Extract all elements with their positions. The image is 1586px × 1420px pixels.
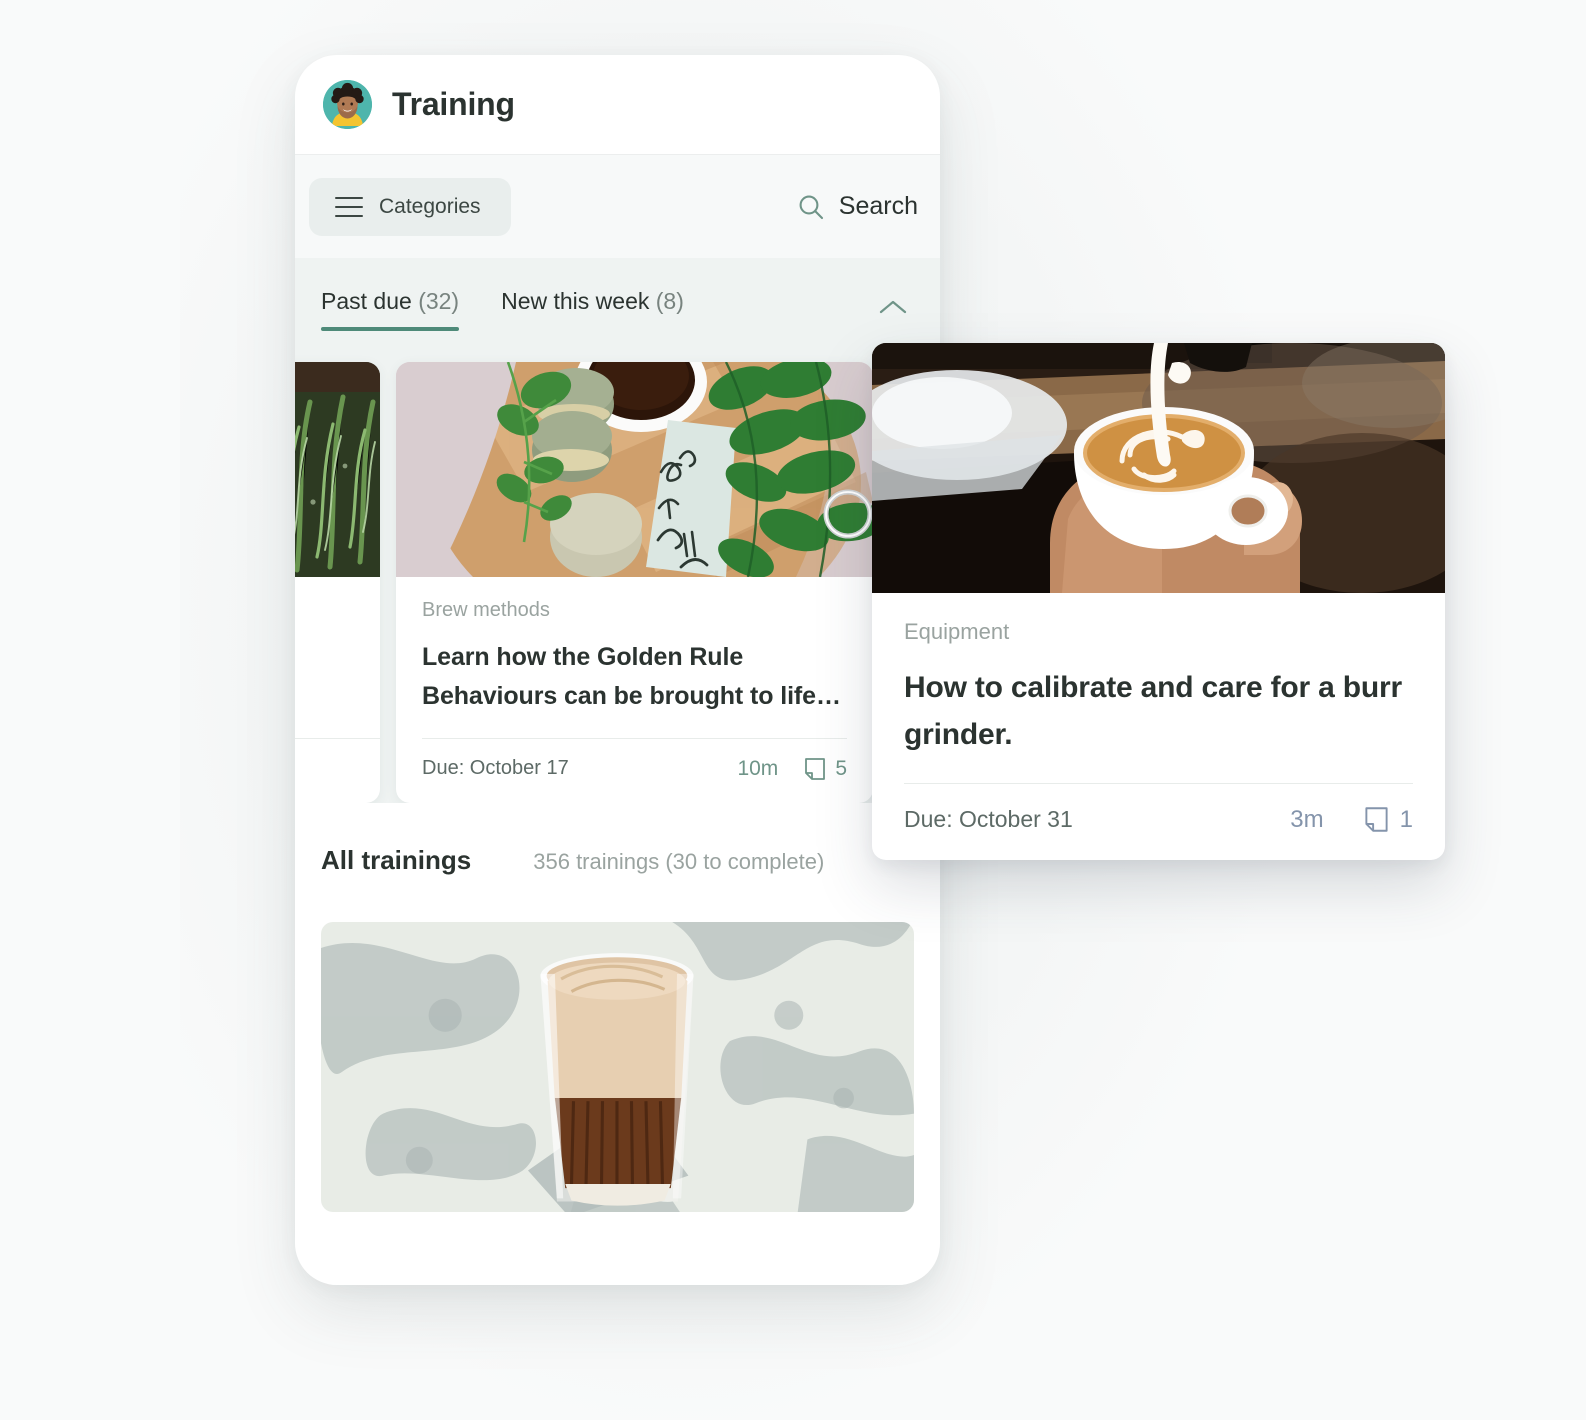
tab-new-this-week[interactable]: New this week (8) <box>501 288 684 331</box>
featured-card-duration: 3m <box>1290 805 1324 833</box>
user-avatar[interactable] <box>323 80 372 129</box>
training-card-image <box>396 362 873 577</box>
collapse-section-button[interactable] <box>870 286 916 328</box>
training-card[interactable]: Brew methods Learn how the Golden Rule B… <box>396 362 873 803</box>
training-carousel[interactable]: e... 2 <box>295 348 940 803</box>
featured-card-title: How to calibrate and care for a burr gri… <box>904 671 1402 751</box>
all-trainings-section: All trainings 356 trainings (30 to compl… <box>295 803 940 1285</box>
featured-training-card[interactable]: Equipment How to calibrate and care for … <box>872 343 1445 860</box>
page-title: Training <box>392 86 515 122</box>
training-card-meta-right: 10m 5 <box>737 757 847 781</box>
all-trainings-title: All trainings <box>321 845 472 875</box>
featured-card-meta-right: 3m 1 <box>1290 806 1413 834</box>
tab-past-due[interactable]: Past due (32) <box>321 288 460 331</box>
iced-latte-glass-photo <box>321 922 914 1212</box>
training-card-due-date: Due: October 17 <box>422 757 569 779</box>
training-card-notes: 5 <box>804 757 847 781</box>
tab-past-due-label: Past due <box>321 288 412 314</box>
training-card-title: Learn how the Golden Rule Behaviours can… <box>422 643 841 710</box>
avatar-image <box>323 80 372 129</box>
featured-card-meta: Due: October 31 3m 1 <box>904 782 1413 860</box>
chevron-up-icon <box>878 298 908 316</box>
tab-bar: Past due (32) New this week (8) <box>295 258 940 348</box>
training-card-meta: 2 <box>295 737 380 803</box>
note-icon <box>804 757 826 781</box>
training-card-content: Brew methods Learn how the Golden Rule B… <box>396 577 873 716</box>
search-button-label: Search <box>838 192 918 220</box>
featured-card-notes: 1 <box>1364 806 1413 834</box>
featured-card-content: Equipment How to calibrate and care for … <box>872 593 1445 759</box>
training-card-content: e... <box>295 577 380 716</box>
macarons-coffee-enjoy-the-little-things-photo <box>396 362 873 577</box>
toolbar: Categories Search <box>295 155 940 258</box>
training-card-duration: 10m <box>737 756 779 780</box>
categories-button[interactable]: Categories <box>309 177 511 236</box>
phone-frame: Training Categories Search Past due (32) <box>295 55 940 1285</box>
all-trainings-header: All trainings 356 trainings (30 to compl… <box>321 845 914 876</box>
categories-button-label: Categories <box>379 194 481 218</box>
hamburger-icon <box>335 196 363 217</box>
training-card-meta: Due: October 17 10m 5 <box>422 737 847 803</box>
featured-card-due-date: Due: October 31 <box>904 806 1073 833</box>
rosemary-plant-photo <box>295 362 380 577</box>
training-card-partial[interactable]: e... 2 <box>295 362 380 803</box>
search-icon <box>796 192 826 222</box>
training-card-category: Brew methods <box>422 599 550 621</box>
all-trainings-count: 356 trainings (30 to complete) <box>533 849 825 874</box>
training-card-image <box>295 362 380 577</box>
featured-card-image <box>872 343 1445 593</box>
all-trainings-card-image[interactable] <box>321 922 914 1212</box>
latte-art-pour-photo <box>872 343 1445 593</box>
app-bar: Training <box>295 55 940 155</box>
featured-card-category: Equipment <box>904 619 1010 644</box>
tab-new-this-week-count: (8) <box>655 288 684 314</box>
carousel-track: e... 2 <box>295 362 873 803</box>
tab-past-due-count: (32) <box>418 288 460 314</box>
tab-new-this-week-label: New this week <box>501 288 650 314</box>
training-card-notes-count: 5 <box>835 756 847 780</box>
featured-card-notes-count: 1 <box>1399 805 1413 833</box>
search-button[interactable]: Search <box>796 192 918 222</box>
note-icon <box>1364 806 1389 833</box>
